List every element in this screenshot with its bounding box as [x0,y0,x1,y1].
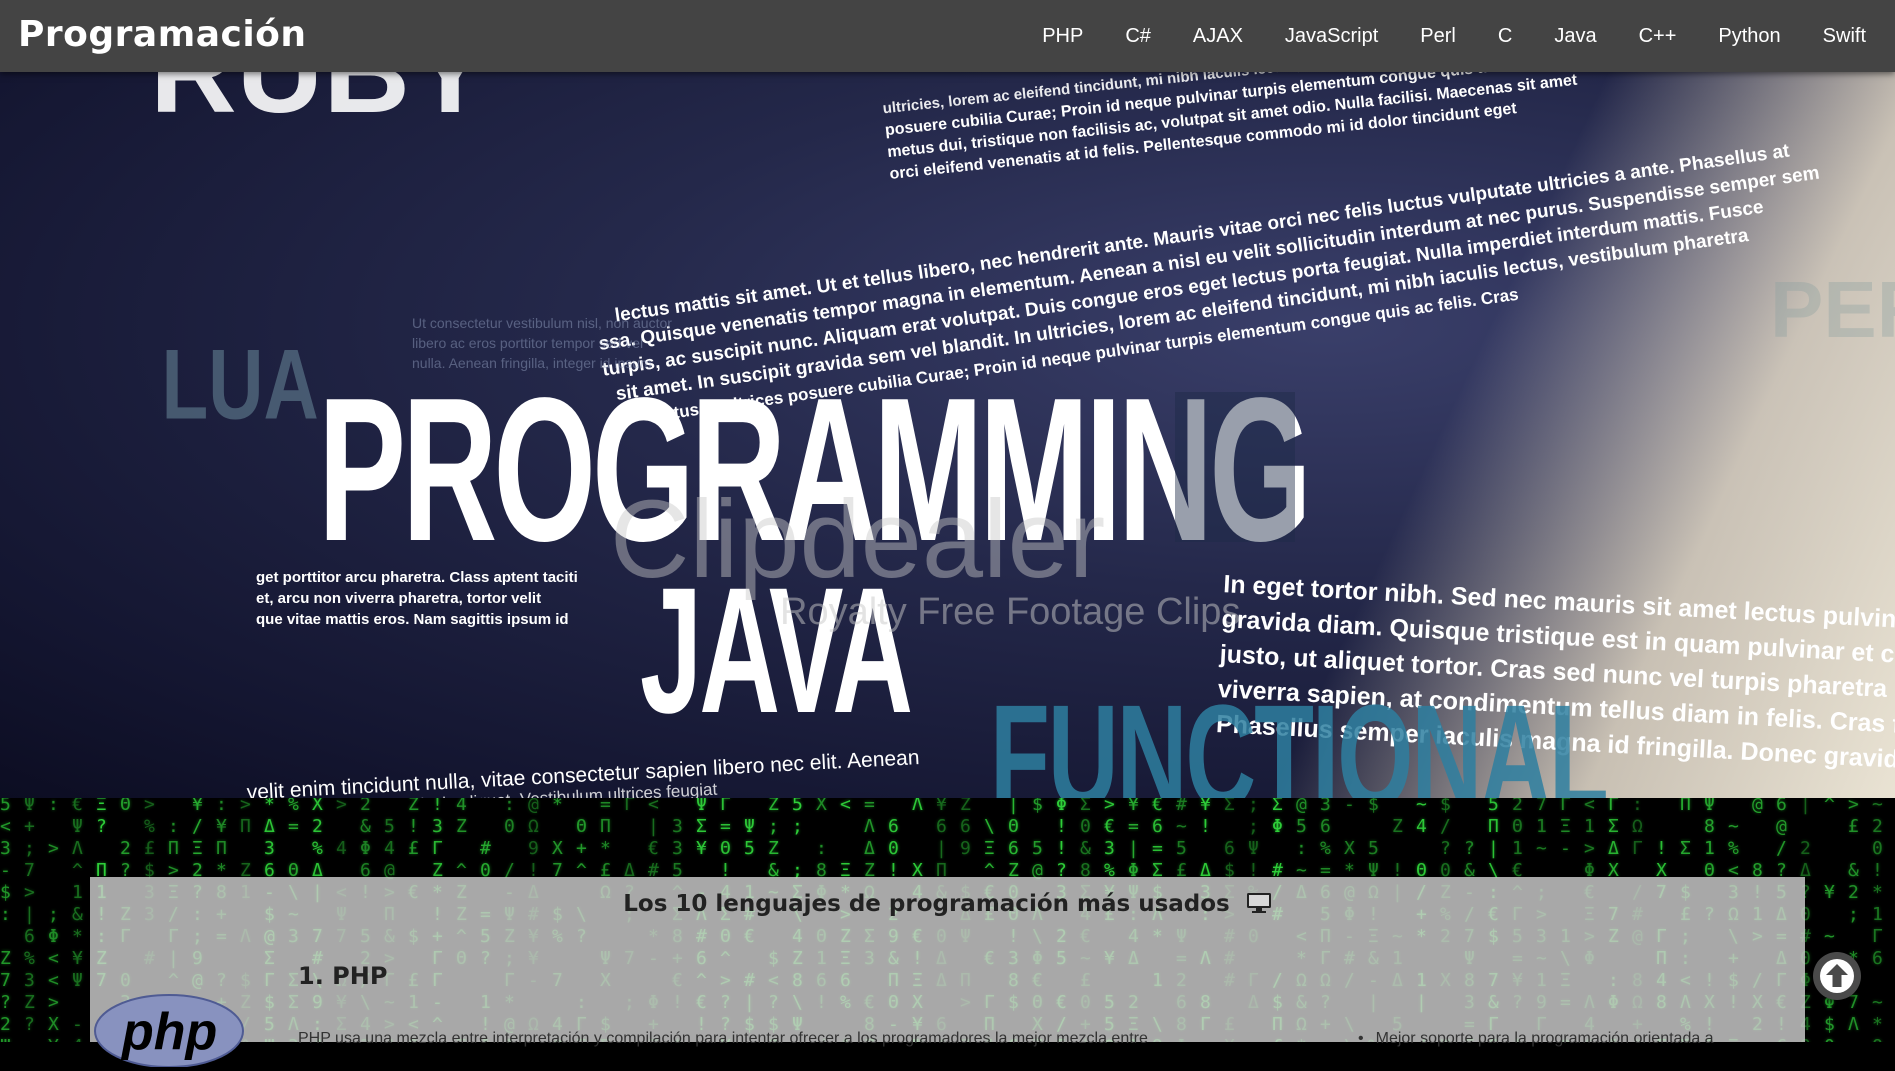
matrix-glyph-column: > £ & 2 ; * $ 7 Λ [1848,798,1859,1035]
main-nav: PHP C# AJAX JavaScript Perl C Java C++ P… [1021,0,1887,72]
hero-banner-image: RUBY LUA PERL ultricies, lorem ac eleife… [0,72,1895,798]
svg-text:libero ac eros porttitor tempo: libero ac eros porttitor tempor sed vel [412,335,643,351]
top-navbar: Programación PHP C# AJAX JavaScript Perl… [0,0,1895,72]
php-logo-text: php [120,1003,217,1061]
hero-left-line-1: get porttitor arcu pharetra. Class apten… [256,569,578,586]
hero-word-functional: FUNCTIONAL [990,675,1607,798]
nav-item-python[interactable]: Python [1697,25,1801,48]
content-panel: Los 10 lenguajes de programación más usa… [90,877,1805,1068]
svg-text:Ut consectetur vestibulum nisl: Ut consectetur vestibulum nisl, non auct… [412,315,672,331]
matrix-glyph-column: ~ 2 0 ! * 1 Γ 6 ~ * Θ [1872,798,1883,1042]
matrix-glyph-column: ^ ¥ ~ Ω Φ $ 0 [1824,798,1835,1042]
brand-logo[interactable]: Programación [18,14,307,55]
nav-item-csharp[interactable]: C# [1104,25,1172,48]
language-feature-bullet: Mejor soporte para la programación orien… [1358,1030,1714,1048]
nav-item-php[interactable]: PHP [1021,25,1104,48]
nav-item-swift[interactable]: Swift [1802,25,1887,48]
hero-watermark: Clipdealer [610,478,1105,601]
hero-left-line-3: que vitae mattis eros. Nam sagittis ipsu… [256,611,569,628]
scroll-to-top-button[interactable] [1813,952,1861,1000]
nav-item-ajax[interactable]: AJAX [1172,25,1264,48]
hero-left-line-2: et, arcu non viverra pharetra, tortor ve… [256,590,541,607]
matrix-glyph-column: Ψ + ; 7 > | 6 % 3 Z ? ~ [24,798,35,1042]
language-description: PHP usa una mezcla entre interpretación … [298,1030,1148,1047]
hero-word-perl: PERL [1770,265,1895,354]
svg-text:RUBY: RUBY [150,72,490,138]
hero-word-lua: LUA [162,329,319,440]
nav-item-perl[interactable]: Perl [1399,25,1477,48]
php-logo: php [94,987,244,1068]
matrix-glyph-column: 5 < 3 - $ : Z 7 ? 2 Ψ [0,798,11,1042]
nav-item-java[interactable]: Java [1533,25,1617,48]
arrow-up-circle-icon [1820,959,1854,993]
section-heading: Los 10 lenguajes de programación más usa… [90,891,1805,920]
matrix-glyph-column: : > ; Φ < < > X ¥ [48,798,59,1042]
nav-item-c[interactable]: C [1477,25,1533,48]
language-title-php: 1. PHP [298,962,388,990]
nav-item-cpp[interactable]: C++ [1618,25,1698,48]
hero-watermark-sub: Royalty Free Footage Clips [780,591,1240,633]
nav-item-javascript[interactable]: JavaScript [1264,25,1399,48]
section-heading-text: Los 10 lenguajes de programación más usa… [623,891,1230,917]
monitor-icon [1246,892,1272,920]
matrix-glyph-column: € Ψ Λ ^ 1 & * ¥ Ψ - 4 [72,798,83,1042]
hero-artwork: RUBY LUA PERL ultricies, lorem ac eleife… [150,72,1895,798]
